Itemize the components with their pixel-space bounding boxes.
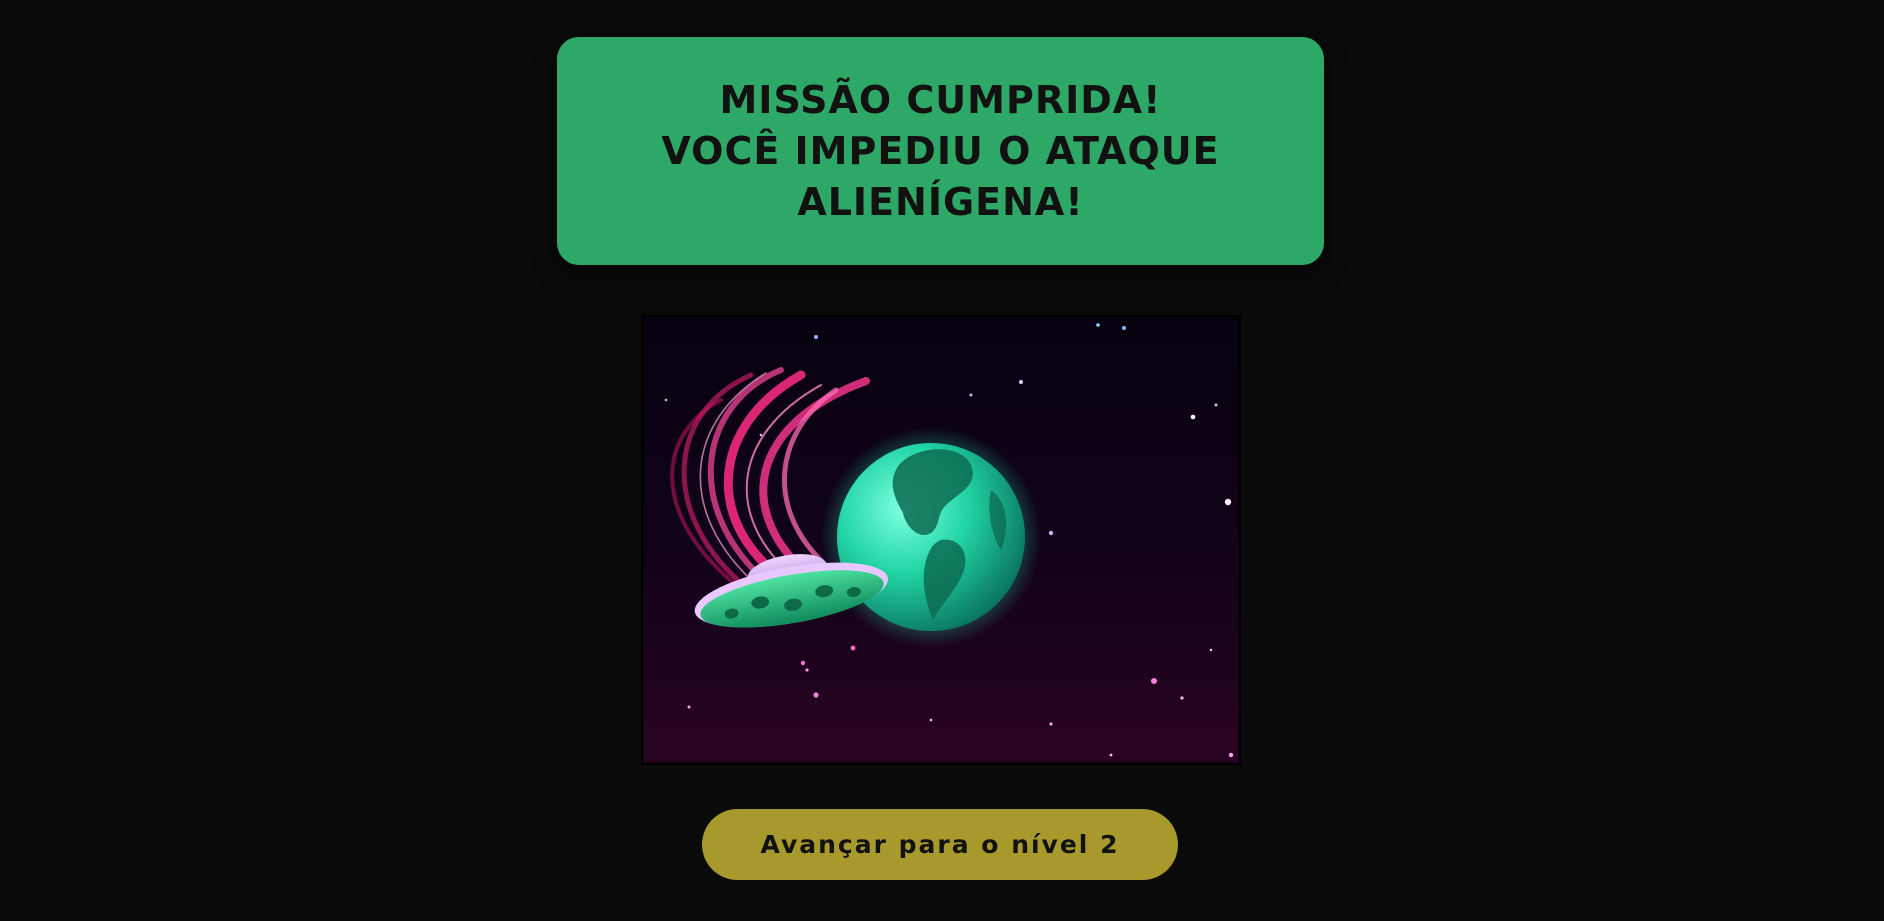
mission-complete-title: MISSÃO CUMPRIDA! VOCÊ IMPEDIU O ATAQUE A… bbox=[661, 77, 1220, 224]
advance-level-button[interactable]: Avançar para o nível 2 bbox=[702, 809, 1178, 880]
space-scene bbox=[641, 315, 1241, 765]
victory-illustration bbox=[641, 315, 1241, 765]
mission-complete-banner: MISSÃO CUMPRIDA! VOCÊ IMPEDIU O ATAQUE A… bbox=[557, 37, 1324, 265]
earth-globe-icon bbox=[821, 427, 1041, 647]
game-screen: MISSÃO CUMPRIDA! VOCÊ IMPEDIU O ATAQUE A… bbox=[0, 0, 1884, 921]
